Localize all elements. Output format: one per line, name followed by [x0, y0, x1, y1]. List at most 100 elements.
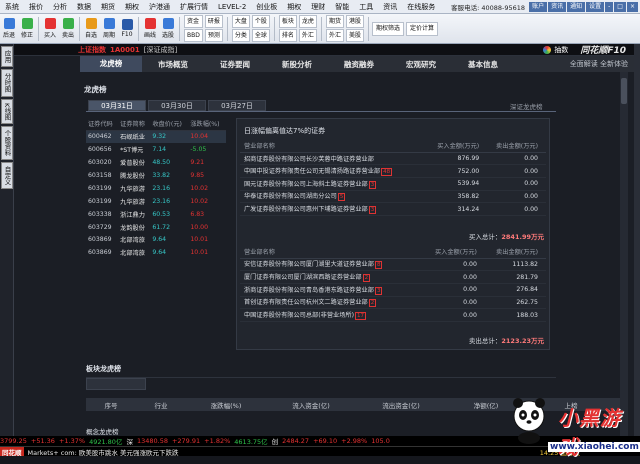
table-row[interactable]: 华泰证券股份有限公司湖南分公司 5 358.82 0.00: [240, 190, 546, 204]
menu-item-14[interactable]: 资讯: [378, 2, 402, 12]
toolbar-button-1[interactable]: 修正: [18, 18, 36, 39]
date-tab-0[interactable]: 03月31日: [88, 100, 146, 111]
index-name[interactable]: 上证指数: [78, 45, 106, 55]
menu-item-11[interactable]: 理财: [306, 2, 330, 12]
table-row[interactable]: 600656 *ST博元 7.14 -5.05: [86, 143, 226, 156]
nav-tab-4[interactable]: 融资融券: [328, 59, 390, 70]
menu-item-13[interactable]: 工具: [354, 2, 378, 12]
column-header[interactable]: 涨跌幅(%): [188, 118, 226, 131]
toolbar-button-4[interactable]: 自选: [82, 18, 100, 39]
nav-tab-5[interactable]: 宏观研究: [390, 59, 452, 70]
sector-column-header[interactable]: 流出资金(亿): [356, 400, 446, 410]
table-row[interactable]: 603869 北部湾旅 9.64 10.01: [86, 234, 226, 247]
window-btn-0[interactable]: 账户: [529, 1, 548, 12]
sector-column-header[interactable]: 涨跌幅(%): [186, 400, 266, 410]
toolbar-group-button[interactable]: 分类: [231, 29, 250, 42]
sector-tab[interactable]: [86, 378, 146, 390]
left-tab-0[interactable]: 应用: [1, 46, 13, 67]
window-btn-5[interactable]: □: [614, 1, 626, 12]
menu-item-9[interactable]: 创业板: [251, 2, 282, 12]
toolbar-group-button[interactable]: 外汇: [325, 29, 344, 42]
menu-item-4[interactable]: 期货: [96, 2, 120, 12]
menu-item-2[interactable]: 分析: [48, 2, 72, 12]
scroll-thumb[interactable]: [621, 78, 627, 104]
table-row[interactable]: 首创证券有限责任公司杭州文二路证券营业部 2 0.00 262.75: [240, 296, 546, 310]
sector-column-header[interactable]: 流入资金(亿): [266, 400, 356, 410]
sector-column-header[interactable]: 行业: [136, 400, 186, 410]
window-btn-4[interactable]: -: [605, 1, 614, 12]
toolbar-group-button[interactable]: 个股: [251, 15, 270, 28]
nav-tab-6[interactable]: 基本信息: [452, 59, 514, 70]
window-btn-6[interactable]: ×: [626, 1, 638, 12]
left-tab-1[interactable]: 分时图: [1, 69, 13, 97]
toolbar-button-3[interactable]: 卖出: [59, 18, 77, 39]
table-row[interactable]: 广发证券股份有限公司惠州下埔路证券营业部 3 314.24 0.00: [240, 202, 546, 216]
menu-item-0[interactable]: 系统: [0, 2, 24, 12]
broker-label[interactable]: 广发证券股份有限公司惠州下埔路证券营业部: [244, 206, 368, 213]
window-btn-3[interactable]: 设置: [586, 1, 605, 12]
broker-label[interactable]: 招商证券股份有限公司长沙芙蓉中路证券营业部: [244, 156, 374, 163]
nav-tab-0[interactable]: 龙虎榜: [80, 56, 142, 72]
menu-item-3[interactable]: 数据: [72, 2, 96, 12]
broker-label[interactable]: 厦门证券有限公司厦门湖滨西路证券营业部: [244, 274, 362, 281]
toolbar-button-5[interactable]: 周期: [100, 18, 118, 39]
status-news[interactable]: Markets+ com: 欧美股市跳水 美元强涨欧元下跌跌: [28, 447, 179, 457]
menu-item-6[interactable]: 沪港通: [144, 2, 175, 12]
menu-item-12[interactable]: 智能: [330, 2, 354, 12]
column-header[interactable]: 收盘价(元): [150, 118, 189, 131]
toolbar-group-button[interactable]: BBD: [184, 29, 203, 42]
toolbar-group-button[interactable]: 研报: [204, 15, 223, 28]
table-row[interactable]: 招商证券股份有限公司长沙芙蓉中路证券营业部 876.99 0.00: [240, 152, 546, 166]
left-tab-2[interactable]: K线图: [1, 98, 13, 124]
table-row[interactable]: 603729 龙韵股份 61.72 10.00: [86, 221, 226, 234]
toolbar-group-button[interactable]: 美股: [345, 29, 364, 42]
sector-column-header[interactable]: 序号: [86, 400, 136, 410]
broker-label[interactable]: 中国证券股份有限公司总部(非营业场所): [244, 312, 354, 319]
menu-item-5[interactable]: 期权: [120, 2, 144, 12]
broker-label[interactable]: 华泰证券股份有限公司湖南分公司: [244, 193, 337, 200]
table-row[interactable]: 中国中投证券有限责任公司无锡清扬路证券营业部 48 752.00 0.00: [240, 164, 546, 178]
nav-right-link[interactable]: 全面解读 全新体验: [570, 59, 634, 69]
outer-scrollbar[interactable]: [634, 44, 640, 436]
table-row[interactable]: 603158 腾龙股份 33.82 9.85: [86, 169, 226, 182]
toolbar-extra-button[interactable]: 定价计算: [405, 21, 438, 36]
menu-item-15[interactable]: 在线服务: [402, 2, 440, 12]
table-row[interactable]: 国元证券股份有限公司上海斜土路证券营业部 3 539.94 0.00: [240, 177, 546, 191]
toolbar-group-button[interactable]: 预测: [204, 29, 223, 42]
menu-item-7[interactable]: 扩展行情: [175, 2, 213, 12]
market-link[interactable]: 深证龙虎榜: [510, 101, 543, 111]
column-header[interactable]: 证券代码: [86, 118, 119, 131]
nav-tab-3[interactable]: 新股分析: [266, 59, 328, 70]
broker-label[interactable]: 中国中投证券有限责任公司无锡清扬路证券营业部: [244, 168, 380, 175]
table-row[interactable]: 603199 九华旅游 23.16 10.02: [86, 195, 226, 208]
table-row[interactable]: 中国证券股份有限公司总部(非营业场所) 17 0.00 188.03: [240, 308, 546, 322]
nav-tab-1[interactable]: 市场概览: [142, 59, 204, 70]
toolbar-button-6[interactable]: F10: [118, 19, 136, 38]
toolbar-button-0[interactable]: 后退: [0, 18, 18, 39]
date-tab-1[interactable]: 03月30日: [148, 100, 206, 111]
table-row[interactable]: 603020 爱普股份 48.50 9.21: [86, 156, 226, 169]
toolbar-extra-button[interactable]: 期权筛选: [371, 21, 404, 36]
menu-item-8[interactable]: LEVEL-2: [213, 3, 251, 11]
broker-label[interactable]: 国元证券股份有限公司上海斜土路证券营业部: [244, 181, 368, 188]
toolbar-group-button[interactable]: 外汇: [298, 29, 317, 42]
table-row[interactable]: 厦门证券有限公司厦门湖滨西路证券营业部 2 0.00 281.79: [240, 270, 546, 284]
menu-item-1[interactable]: 报价: [24, 2, 48, 12]
broker-label[interactable]: 安信证券股份有限公司厦门湖里大道证券营业部: [244, 261, 374, 268]
menu-item-10[interactable]: 期权: [282, 2, 306, 12]
table-row[interactable]: 浙商证券股份有限公司青岛香港东路证券营业部 3 0.00 276.84: [240, 283, 546, 297]
toolbar-group-button[interactable]: 资金: [184, 15, 203, 28]
broker-label[interactable]: 浙商证券股份有限公司青岛香港东路证券营业部: [244, 287, 374, 294]
status-logo[interactable]: 同花顺: [0, 446, 24, 457]
nav-tab-2[interactable]: 证券要闻: [204, 59, 266, 70]
toolbar-group-button[interactable]: 全球: [251, 29, 270, 42]
window-btn-1[interactable]: 资讯: [548, 1, 567, 12]
content-scrollbar[interactable]: [620, 72, 628, 436]
toolbar-group-button[interactable]: 板块: [278, 15, 297, 28]
table-row[interactable]: 安信证券股份有限公司厦门湖里大道证券营业部 8 0.00 1113.82: [240, 258, 546, 272]
left-tab-4[interactable]: 自定义: [1, 161, 13, 190]
index-subtitle[interactable]: [深证成指]: [144, 45, 177, 55]
window-btn-2[interactable]: 通知: [567, 1, 586, 12]
table-row[interactable]: 603869 北部湾旅 9.64 10.01: [86, 246, 226, 259]
toolbar-button-7[interactable]: 画线: [141, 18, 159, 39]
